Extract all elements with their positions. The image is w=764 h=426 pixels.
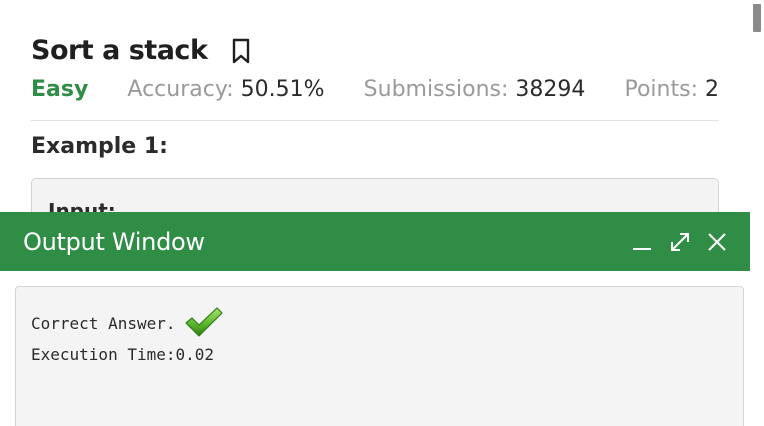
bookmark-icon[interactable]	[231, 38, 251, 64]
expand-icon[interactable]	[669, 231, 691, 253]
difficulty-badge: Easy	[31, 77, 89, 102]
result-text: Correct Answer.	[31, 314, 176, 333]
title-row: Sort a stack	[31, 33, 251, 69]
points-label: Points:	[624, 77, 698, 102]
problem-meta: Easy Accuracy: 50.51% Submissions: 38294…	[31, 74, 719, 106]
points-value: 2	[704, 77, 719, 102]
divider	[31, 120, 719, 121]
accuracy-stat: Accuracy: 50.51%	[127, 74, 324, 106]
problem-page: Sort a stack Easy Accuracy: 50.51% Submi…	[0, 0, 764, 426]
example-heading: Example 1:	[31, 134, 168, 159]
output-window-header: Output Window	[0, 212, 759, 271]
points-stat: Points: 2	[624, 74, 719, 106]
execution-time: Execution Time:0.02	[31, 345, 215, 364]
submissions-label: Submissions:	[363, 77, 509, 102]
scrollbar[interactable]	[750, 0, 764, 426]
accuracy-value: 50.51%	[240, 77, 325, 102]
minimize-icon[interactable]	[631, 231, 653, 253]
submissions-stat: Submissions: 38294	[364, 74, 586, 106]
scrollbar-thumb[interactable]	[753, 4, 761, 32]
check-icon	[184, 306, 224, 338]
accuracy-label: Accuracy:	[127, 77, 234, 102]
submissions-value: 38294	[515, 77, 586, 102]
output-window: Output Window Correct Answer. Execution …	[0, 212, 759, 426]
close-icon[interactable]	[706, 231, 728, 253]
output-console: Correct Answer. Execution Time:0.02	[15, 286, 744, 426]
result-line: Correct Answer.	[31, 307, 224, 338]
problem-title: Sort a stack	[31, 35, 208, 66]
output-window-title: Output Window	[23, 228, 205, 256]
